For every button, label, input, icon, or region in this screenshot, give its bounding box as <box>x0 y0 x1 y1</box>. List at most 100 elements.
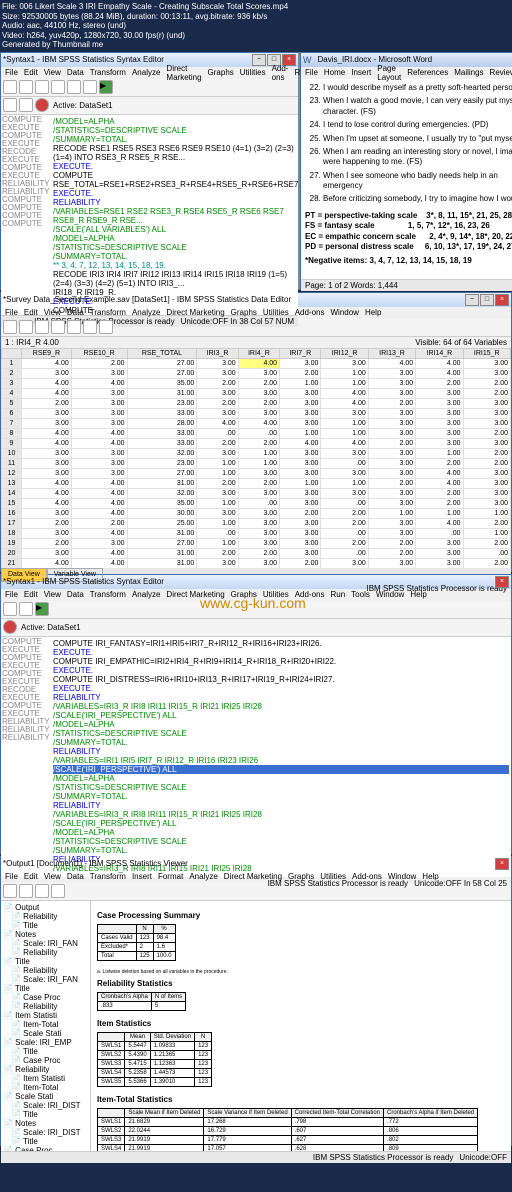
column-header[interactable]: IRI12_R <box>321 348 368 358</box>
data-cell[interactable]: .00 <box>238 498 279 508</box>
data-cell[interactable]: 4.00 <box>22 478 72 488</box>
data-cell[interactable]: 3.00 <box>463 438 510 448</box>
data-cell[interactable]: 3.00 <box>22 368 72 378</box>
close-button[interactable]: × <box>495 858 509 870</box>
row-number[interactable]: 10 <box>2 448 22 458</box>
close-button[interactable]: × <box>495 576 509 588</box>
menu-home[interactable]: Home <box>324 68 345 77</box>
data-cell[interactable]: .00 <box>197 428 238 438</box>
row-number[interactable]: 1 <box>2 358 22 368</box>
data-cell[interactable]: 3.00 <box>416 408 463 418</box>
data-cell[interactable]: 1.00 <box>463 508 510 518</box>
tree-item[interactable]: 📄 Scale Stati <box>3 1092 88 1101</box>
menu-view[interactable]: View <box>44 68 61 77</box>
data-cell[interactable]: 3.00 <box>321 358 368 368</box>
row-number[interactable]: 15 <box>2 498 22 508</box>
data-cell[interactable]: 35.00 <box>127 498 197 508</box>
data-cell[interactable]: 2.00 <box>22 538 72 548</box>
menu-utilities[interactable]: Utilities <box>320 872 346 881</box>
data-cell[interactable]: 4.00 <box>321 388 368 398</box>
menu-references[interactable]: References <box>407 68 448 77</box>
data-cell[interactable]: 1.00 <box>321 378 368 388</box>
active-dataset[interactable]: Active: DataSet1 <box>21 623 81 632</box>
data-cell[interactable]: .00 <box>238 428 279 438</box>
data-cell[interactable]: 3.00 <box>280 548 321 558</box>
data-cell[interactable]: 4.00 <box>71 498 127 508</box>
data-cell[interactable]: 3.00 <box>238 538 279 548</box>
data-cell[interactable]: 3.00 <box>280 398 321 408</box>
row-number[interactable]: 8 <box>2 428 22 438</box>
data-cell[interactable]: 2.00 <box>321 518 368 528</box>
data-cell[interactable]: 27.00 <box>127 538 197 548</box>
menu-help[interactable]: Help <box>422 872 438 881</box>
data-cell[interactable]: 4.00 <box>22 488 72 498</box>
tree-item[interactable]: 📄 Title <box>3 957 88 966</box>
menu-file[interactable]: File <box>5 872 18 881</box>
row-number[interactable]: 18 <box>2 528 22 538</box>
run-icon[interactable]: ▶ <box>99 80 113 94</box>
data-cell[interactable]: 23.00 <box>127 398 197 408</box>
menu-add-ons[interactable]: Add-ons <box>295 308 325 317</box>
data-cell[interactable]: 3.00 <box>22 408 72 418</box>
data-grid[interactable]: RSE9_RRSE10_RRSE_TOTALIRI3_RIRI4_RIRI7_R… <box>1 348 511 568</box>
data-cell[interactable]: 3.00 <box>238 518 279 528</box>
data-cell[interactable]: 3.00 <box>238 488 279 498</box>
data-cell[interactable]: 4.00 <box>416 518 463 528</box>
data-cell[interactable]: 3.00 <box>197 488 238 498</box>
menu-graphs[interactable]: Graphs <box>208 68 234 77</box>
data-cell[interactable]: 4.00 <box>416 468 463 478</box>
data-cell[interactable]: 31.00 <box>127 528 197 538</box>
data-cell[interactable]: 2.00 <box>197 378 238 388</box>
data-cell[interactable]: 3.00 <box>321 558 368 568</box>
data-cell[interactable]: 2.00 <box>22 398 72 408</box>
data-cell[interactable]: 27.00 <box>127 468 197 478</box>
data-cell[interactable]: 3.00 <box>416 538 463 548</box>
menu-transform[interactable]: Transform <box>90 590 126 599</box>
data-cell[interactable]: 4.00 <box>71 428 127 438</box>
tree-item[interactable]: 📄 Case Proc <box>3 1056 88 1065</box>
menu-utilities[interactable]: Utilities <box>263 308 289 317</box>
menubar[interactable]: FileEditViewDataTransformInsertFormatAna… <box>1 871 511 883</box>
data-cell[interactable]: 3.00 <box>22 528 72 538</box>
data-cell[interactable]: 2.00 <box>238 378 279 388</box>
column-header[interactable] <box>2 348 22 358</box>
data-cell[interactable]: 4.00 <box>71 478 127 488</box>
save-icon[interactable] <box>19 80 33 94</box>
data-cell[interactable]: 1.00 <box>368 508 415 518</box>
column-header[interactable]: IRI4_R <box>238 348 279 358</box>
data-cell[interactable]: 2.00 <box>321 538 368 548</box>
data-cell[interactable]: 4.00 <box>321 438 368 448</box>
data-cell[interactable]: 3.00 <box>197 508 238 518</box>
menu-mailings[interactable]: Mailings <box>454 68 483 77</box>
find-icon[interactable] <box>83 80 97 94</box>
data-cell[interactable]: 3.00 <box>280 358 321 368</box>
data-cell[interactable]: 2.00 <box>71 358 127 368</box>
data-cell[interactable]: 3.00 <box>416 428 463 438</box>
menu-tools[interactable]: Tools <box>351 590 370 599</box>
menu-transform[interactable]: Transform <box>90 308 126 317</box>
syntax-titlebar[interactable]: *Syntax1 - IBM SPSS Statistics Syntax Ed… <box>1 53 298 67</box>
data-cell[interactable]: 3.00 <box>197 558 238 568</box>
run-icon[interactable]: ▶ <box>35 602 49 616</box>
tb-icon[interactable] <box>3 98 17 112</box>
menu-window[interactable]: Window <box>388 872 416 881</box>
row-number[interactable]: 6 <box>2 408 22 418</box>
data-cell[interactable]: 1.00 <box>280 478 321 488</box>
data-cell[interactable]: 3.00 <box>321 448 368 458</box>
row-number[interactable]: 13 <box>2 478 22 488</box>
data-cell[interactable]: 4.00 <box>22 388 72 398</box>
maximize-button[interactable]: □ <box>480 294 494 306</box>
data-cell[interactable]: 4.00 <box>368 358 415 368</box>
print-icon[interactable] <box>35 80 49 94</box>
goto-icon[interactable] <box>99 320 113 334</box>
tree-item[interactable]: 📄 Case Proc <box>3 993 88 1002</box>
data-cell[interactable]: .00 <box>321 458 368 468</box>
data-cell[interactable]: 2.00 <box>463 378 510 388</box>
row-number[interactable]: 5 <box>2 398 22 408</box>
data-cell[interactable]: 2.00 <box>197 478 238 488</box>
data-cell[interactable]: .00 <box>321 548 368 558</box>
data-cell[interactable]: 3.00 <box>321 408 368 418</box>
data-cell[interactable]: 4.00 <box>22 438 72 448</box>
save-icon[interactable] <box>19 320 33 334</box>
menu-analyze[interactable]: Analyze <box>132 308 160 317</box>
